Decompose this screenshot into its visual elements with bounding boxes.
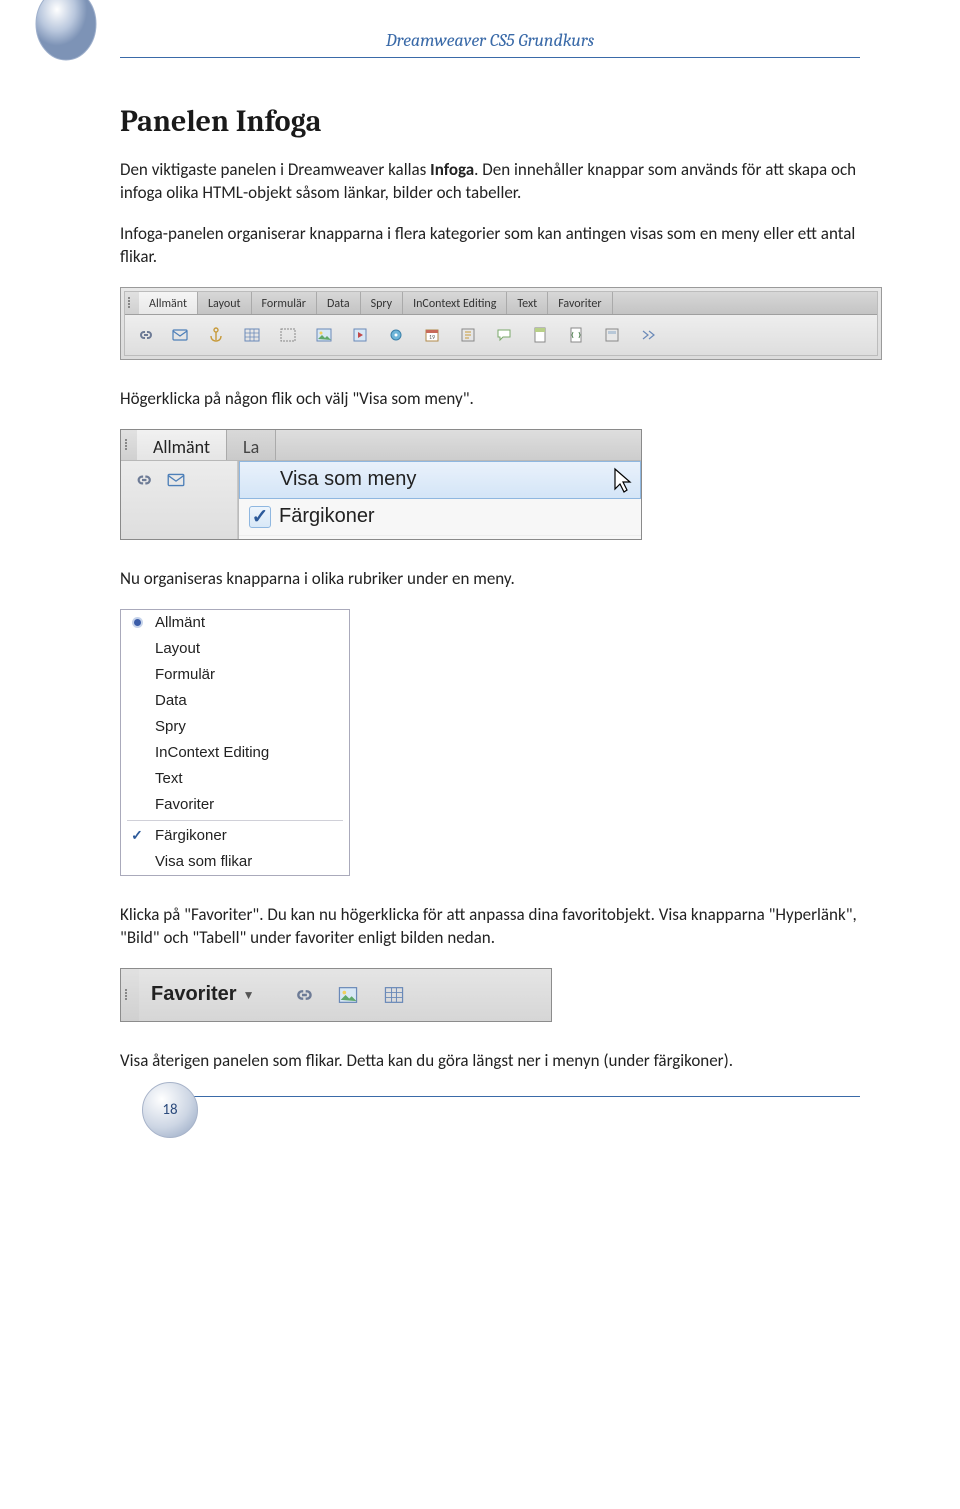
paragraph-3: Högerklicka på någon flik och välj "Visa… — [120, 388, 860, 411]
menu-item-label: Layout — [155, 640, 200, 657]
menu-item-label: Formulär — [155, 666, 215, 683]
menu-item-text[interactable]: Text — [121, 766, 349, 792]
paragraph-1a: Den viktigaste panelen i Dreamweaver kal… — [120, 159, 430, 180]
check-icon: ✓ — [249, 506, 271, 528]
screenshot-context-menu: Allmänt La Visa som meny ✓ Färgikoner — [120, 429, 642, 540]
heading-panelen-infoga: Panelen Infoga — [120, 104, 860, 139]
menu-item-label: Visa som flikar — [155, 853, 252, 870]
email-link-icon[interactable] — [171, 326, 189, 344]
image-icon[interactable] — [336, 983, 360, 1007]
toolbar-icon-row: 19 — [125, 315, 877, 355]
tab-data[interactable]: Data — [317, 292, 361, 314]
tab-incontext[interactable]: InContext Editing — [403, 292, 507, 314]
media-icon[interactable] — [351, 326, 369, 344]
svg-text:19: 19 — [429, 333, 435, 341]
favoriter-label: Favoriter — [151, 983, 237, 1006]
menu-item-label: InContext Editing — [155, 744, 269, 761]
radio-selected-icon — [129, 615, 145, 631]
table-icon[interactable] — [382, 983, 406, 1007]
image-icon[interactable] — [315, 326, 333, 344]
tab-text[interactable]: Text — [507, 292, 548, 314]
paragraph-1: Den viktigaste panelen i Dreamweaver kal… — [120, 159, 860, 205]
tab-allmant[interactable]: Allmänt — [139, 292, 198, 314]
favoriter-dropdown[interactable]: Favoriter ▼ — [139, 969, 270, 1021]
head-icon[interactable] — [531, 326, 549, 344]
grip-icon — [121, 430, 137, 460]
menu-item-label: Allmänt — [155, 614, 205, 631]
menu-item-data[interactable]: Data — [121, 688, 349, 714]
script-icon[interactable] — [567, 326, 585, 344]
page-number-badge: 18 — [142, 1082, 198, 1138]
tab-row: Allmänt Layout Formulär Data Spry InCont… — [125, 292, 877, 315]
decorative-sphere-icon — [26, 0, 106, 66]
menu-item-spry[interactable]: Spry — [121, 714, 349, 740]
page-header: Dreamweaver CS5 Grundkurs — [120, 30, 860, 51]
paragraph-1-bold: Infoga — [430, 159, 474, 180]
hyperlink-icon[interactable] — [290, 983, 314, 1007]
tab-layout-cut[interactable]: La — [227, 430, 276, 460]
favoriter-icons — [270, 969, 406, 1021]
menu-item-label: Favoriter — [155, 796, 214, 813]
menu-item-label: Text — [155, 770, 183, 787]
screenshot-vertical-menu: Allmänt Layout Formulär Data Spry InCont… — [120, 609, 350, 876]
menu-item-visa-som-meny[interactable]: Visa som meny — [239, 461, 641, 499]
dropdown-triangle-icon: ▼ — [243, 988, 255, 1002]
header-rule — [120, 57, 860, 58]
comment-icon[interactable] — [495, 326, 513, 344]
menu-item-label: Data — [155, 692, 187, 709]
paragraph-4: Nu organiseras knapparna i olika rubrike… — [120, 568, 860, 591]
ssi-icon[interactable] — [459, 326, 477, 344]
tag-chooser-icon[interactable] — [639, 326, 657, 344]
cursor-icon — [613, 467, 635, 495]
table-icon[interactable] — [243, 326, 261, 344]
div-icon[interactable] — [279, 326, 297, 344]
paragraph-5: Klicka på "Favoriter". Du kan nu högerkl… — [120, 904, 860, 950]
tab-layout[interactable]: Layout — [198, 292, 252, 314]
menu-item-fargikoner[interactable]: ✓ Färgikoner — [121, 823, 349, 849]
page-footer: 18 — [120, 1096, 860, 1156]
hyperlink-icon[interactable] — [131, 469, 153, 491]
tab-favoriter[interactable]: Favoriter — [548, 292, 612, 314]
paragraph-2: Infoga-panelen organiserar knapparna i f… — [120, 223, 860, 269]
anchor-icon[interactable] — [207, 326, 225, 344]
date-icon[interactable]: 19 — [423, 326, 441, 344]
menu-item-label: Färgikoner — [155, 827, 227, 844]
check-icon: ✓ — [129, 828, 145, 844]
menu-item-visa-som-flikar[interactable]: Visa som flikar — [121, 849, 349, 875]
paragraph-6: Visa återigen panelen som flikar. Detta … — [120, 1050, 860, 1073]
tab-formular[interactable]: Formulär — [252, 292, 317, 314]
template-icon[interactable] — [603, 326, 621, 344]
menu-item-fargikoner[interactable]: ✓ Färgikoner — [239, 499, 641, 536]
screenshot-favoriter-bar: Favoriter ▼ — [120, 968, 552, 1022]
menu-item-label: Färgikoner — [279, 505, 375, 528]
menu-item-formular[interactable]: Formulär — [121, 662, 349, 688]
toolbar-strip — [121, 461, 238, 539]
grip-icon — [125, 292, 139, 314]
menu-item-allmant[interactable]: Allmänt — [121, 610, 349, 636]
menu-item-label: Visa som meny — [280, 468, 416, 491]
screenshot-infoga-panel-tabs: Allmänt Layout Formulär Data Spry InCont… — [120, 287, 882, 360]
menu-item-layout[interactable]: Layout — [121, 636, 349, 662]
grip-icon — [121, 969, 139, 1021]
hyperlink-icon[interactable] — [135, 326, 153, 344]
tab-allmant[interactable]: Allmänt — [137, 430, 227, 460]
menu-separator — [127, 820, 343, 821]
menu-item-favoriter[interactable]: Favoriter — [121, 792, 349, 818]
email-link-icon[interactable] — [165, 469, 187, 491]
widget-icon[interactable] — [387, 326, 405, 344]
menu-item-incontext[interactable]: InContext Editing — [121, 740, 349, 766]
menu-item-label: Spry — [155, 718, 186, 735]
context-menu: Visa som meny ✓ Färgikoner — [238, 461, 641, 539]
tab-spry[interactable]: Spry — [361, 292, 404, 314]
